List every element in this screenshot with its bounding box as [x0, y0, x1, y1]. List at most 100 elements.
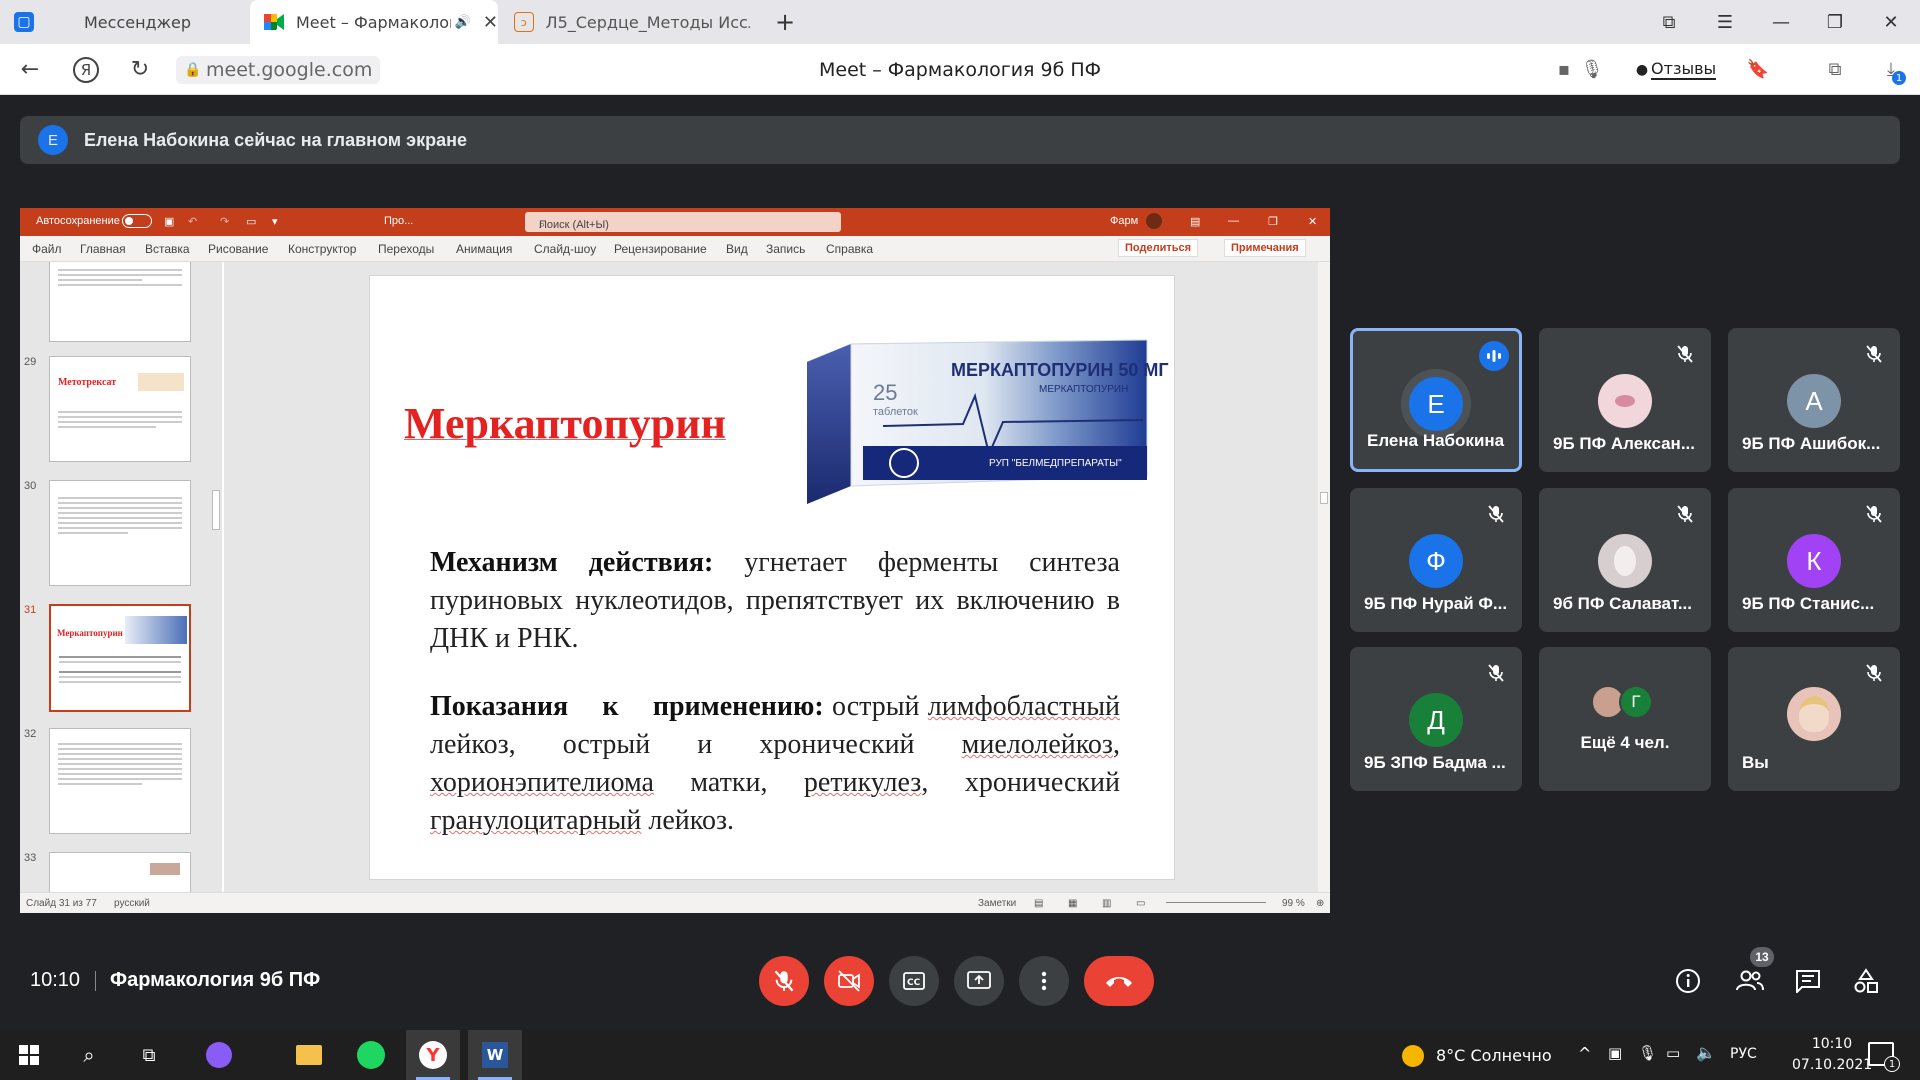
slide-scrollbar[interactable] — [1318, 262, 1330, 892]
normal-view-icon[interactable]: ▤ — [1034, 898, 1043, 909]
ribbon-tab[interactable]: Справка — [826, 242, 873, 256]
participant-tile[interactable]: 9б ПФ Салават... — [1539, 488, 1711, 632]
leave-call-button[interactable] — [1084, 956, 1154, 1006]
more-options-button[interactable] — [1019, 956, 1069, 1006]
ribbon-tab[interactable]: Главная — [80, 242, 126, 256]
chat-button[interactable] — [1790, 963, 1826, 999]
downloads-icon[interactable]: ⤓ 1 — [1876, 44, 1906, 95]
zoom-slider[interactable] — [1166, 902, 1266, 903]
captions-button[interactable]: CC — [889, 956, 939, 1006]
participant-tile[interactable]: Ф 9Б ПФ Нурай Ф... — [1350, 488, 1522, 632]
speaker-icon[interactable]: 🔊 — [455, 15, 471, 30]
fit-slide-icon[interactable]: ⊕ — [1316, 898, 1324, 909]
ribbon-tab[interactable]: Анимация — [456, 242, 512, 256]
spotify-button[interactable] — [344, 1030, 398, 1080]
explorer-button[interactable] — [282, 1030, 336, 1080]
qat-more-icon[interactable]: ▾ — [272, 215, 278, 228]
ribbon-tab[interactable]: Файл — [32, 242, 62, 256]
save-icon[interactable]: ▣ — [164, 215, 174, 228]
network-icon[interactable]: ▭ — [1666, 1044, 1680, 1062]
weather-widget[interactable]: 8°C Солнечно — [1436, 1046, 1552, 1065]
close-window-button[interactable]: ✕ — [1866, 0, 1916, 44]
participant-tile[interactable]: К 9Б ПФ Станис... — [1728, 488, 1900, 632]
minimize-button[interactable]: — — [1756, 0, 1806, 44]
tray-expand-icon[interactable]: ^ — [1578, 1044, 1591, 1063]
start-button[interactable] — [2, 1030, 56, 1080]
ppt-close-button[interactable]: ✕ — [1308, 215, 1317, 228]
slide-thumbnail[interactable]: Метотрексат — [49, 356, 191, 462]
ribbon-tab[interactable]: Вставка — [145, 242, 190, 256]
present-icon[interactable]: ▭ — [246, 215, 256, 228]
language-indicator[interactable]: РУС — [1730, 1046, 1757, 1062]
back-button[interactable]: ← — [10, 44, 50, 95]
ribbon-tab[interactable]: Рецензирование — [614, 242, 707, 256]
user-avatar[interactable] — [1146, 213, 1162, 229]
tab-meet[interactable]: Meet – Фармакология 🔊 ✕ — [250, 0, 498, 44]
redo-icon[interactable]: ↷ — [220, 215, 229, 228]
thumbnail-scrollbar[interactable] — [210, 262, 222, 892]
present-now-button[interactable] — [954, 956, 1004, 1006]
ppt-minimize-button[interactable]: — — [1228, 215, 1239, 227]
meet-tray-icon[interactable]: ▣ — [1608, 1044, 1622, 1062]
activities-button[interactable] — [1848, 963, 1884, 999]
toggle-camera-button[interactable] — [824, 956, 874, 1006]
self-tile[interactable]: Вы — [1728, 647, 1900, 791]
reload-button[interactable]: ↻ — [120, 44, 160, 95]
new-tab-button[interactable]: + — [760, 0, 810, 44]
camera-icon[interactable]: ▪ — [1552, 44, 1576, 95]
clock-time[interactable]: 10:10 — [1792, 1036, 1872, 1052]
close-tab-icon[interactable]: ✕ — [483, 12, 498, 33]
yandex-icon[interactable]: Я — [66, 44, 106, 95]
participant-tile[interactable]: 9Б ПФ Алексан... — [1539, 328, 1711, 472]
slide-thumbnail[interactable] — [49, 728, 191, 834]
notes-toggle[interactable]: Заметки — [978, 898, 1016, 909]
bookmarks-panel-icon[interactable]: ⧉ — [1644, 0, 1694, 44]
ribbon-tab[interactable]: Вид — [726, 242, 748, 256]
sidebar-icon[interactable]: ⧉ — [1820, 44, 1850, 95]
volume-icon[interactable]: 🔈 — [1696, 1043, 1716, 1062]
slide-thumbnail[interactable] — [49, 262, 191, 342]
restore-button[interactable]: ❐ — [1810, 0, 1860, 44]
task-view-button[interactable]: ⧉ — [122, 1030, 176, 1080]
slide-thumbnail[interactable] — [49, 480, 191, 586]
mic-tray-icon[interactable]: 🎙 — [1638, 1044, 1657, 1062]
share-button[interactable]: Поделиться — [1118, 239, 1199, 257]
presenting-banner: Е Елена Набокина сейчас на главном экран… — [20, 116, 1900, 164]
ppt-restore-button[interactable]: ❐ — [1268, 215, 1278, 228]
slideshow-view-icon[interactable]: ▭ — [1136, 898, 1145, 909]
participants-button[interactable]: 13 — [1730, 947, 1774, 999]
notes-button[interactable]: Примечания — [1224, 239, 1306, 257]
participant-tile[interactable]: Д 9Б ЗПФ Бадма ... — [1350, 647, 1522, 791]
ribbon-tab[interactable]: Конструктор — [288, 242, 356, 256]
ribbon-tab[interactable]: Переходы — [378, 242, 434, 256]
ribbon-tab[interactable]: Рисование — [208, 242, 268, 256]
reading-view-icon[interactable]: ▥ — [1102, 898, 1111, 909]
feedback-button[interactable]: ● Отзывы — [1636, 44, 1717, 95]
toggle-mic-button[interactable] — [759, 956, 809, 1006]
search-button[interactable]: ⌕ — [62, 1030, 116, 1080]
more-participants-tile[interactable]: Г Ещё 4 чел. — [1539, 647, 1711, 791]
ribbon-tab[interactable]: Слайд-шоу — [534, 242, 596, 256]
slide-thumbnail[interactable] — [49, 852, 191, 892]
document-name[interactable]: Про... — [384, 215, 413, 227]
mic-icon[interactable]: 🎙 — [1580, 44, 1604, 95]
menu-icon[interactable]: ☰ — [1700, 0, 1750, 44]
ppt-search-box[interactable]: ⌕ Поиск (Alt+Ы) — [525, 212, 841, 232]
alice-button[interactable] — [192, 1030, 246, 1080]
clock-date[interactable]: 07.10.2021 — [1792, 1057, 1872, 1073]
url-field[interactable]: 🔒 meet.google.com — [176, 56, 381, 84]
participant-tile[interactable]: Е Елена Набокина — [1350, 328, 1522, 472]
ribbon-display-icon[interactable]: ▤ — [1190, 215, 1200, 228]
bookmark-icon[interactable]: 🔖 — [1746, 44, 1770, 95]
ribbon-tab[interactable]: Запись — [766, 242, 805, 256]
slide-thumbnail-current[interactable]: Меркаптопурин — [49, 604, 191, 712]
undo-icon[interactable]: ↶ — [188, 215, 197, 228]
autosave-toggle[interactable] — [122, 214, 152, 228]
tab-pdf[interactable]: ↄ Л5_Сердце_Методы Иссле — [500, 0, 750, 44]
yandex-browser-button[interactable]: Y — [406, 1030, 460, 1080]
sorter-view-icon[interactable]: ▦ — [1068, 898, 1077, 909]
tab-messenger[interactable]: ▢ Мессенджер — [0, 0, 250, 44]
word-button[interactable]: W — [468, 1030, 522, 1080]
participant-tile[interactable]: А 9Б ПФ Ашибок... — [1728, 328, 1900, 472]
meeting-details-button[interactable] — [1670, 963, 1706, 999]
